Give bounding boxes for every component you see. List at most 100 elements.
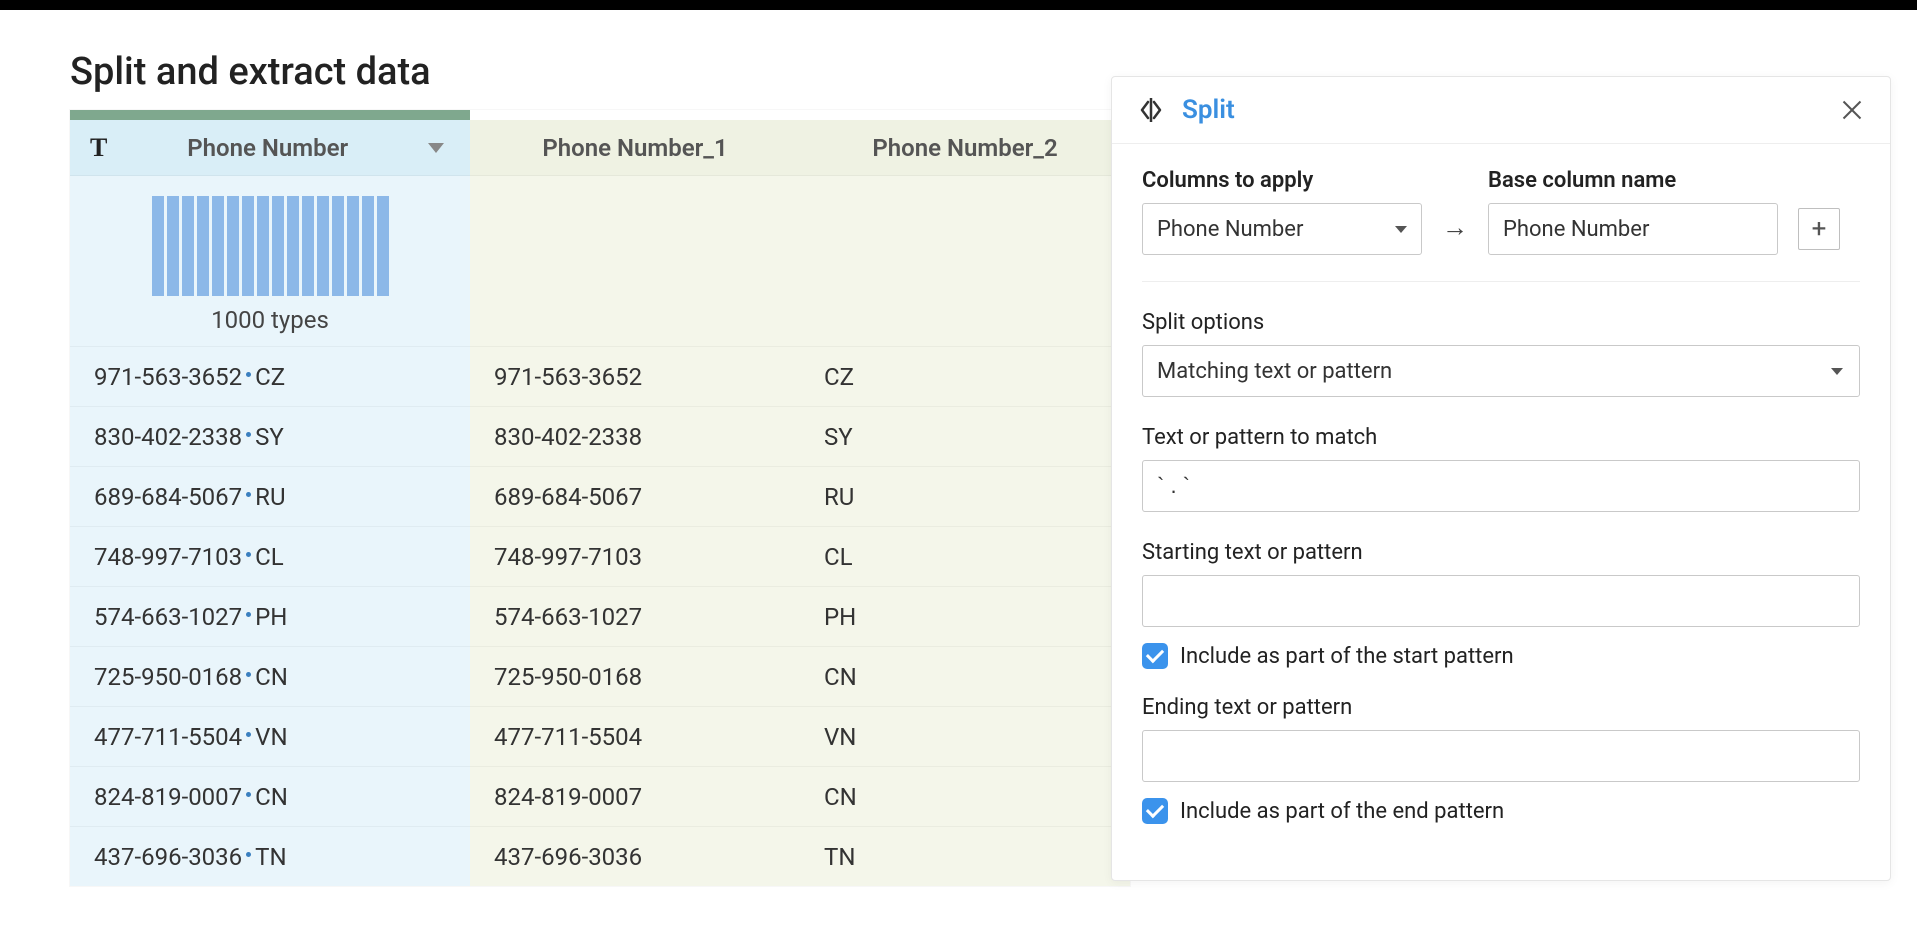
histogram-cell-empty [470,176,800,346]
cell-country-part: RU [255,483,285,511]
cell-split-2[interactable]: VN [800,706,1130,766]
ending-pattern-input[interactable] [1142,730,1860,782]
columns-to-apply-select[interactable]: Phone Number [1142,203,1422,255]
cell-original[interactable]: 574-663-1027 PH [70,586,470,646]
table-row: 830-402-2338SY830-402-2338SY [70,406,1130,466]
table-row: 824-819-0007CN824-819-0007CN [70,766,1130,826]
table-row: 725-950-0168CN725-950-0168CN [70,646,1130,706]
cell-split-2[interactable]: CN [800,766,1130,826]
columns-mapping-row: Columns to apply Phone Number → Base col… [1142,168,1860,255]
cell-phone-part: 574-663-1027 [94,603,242,631]
cell-original[interactable]: 477-711-5504VN [70,706,470,766]
cell-country-part: SY [255,423,284,451]
cell-original[interactable]: 748-997-7103 CL [70,526,470,586]
cell-split-2[interactable]: CZ [800,346,1130,406]
cell-phone-part: 477-711-5504 [94,723,242,751]
table-row: 574-663-1027PH574-663-1027PH [70,586,1130,646]
field-label: Split options [1142,310,1860,335]
column-header-label: Phone Number [121,134,414,162]
cell-split-2[interactable]: CN [800,646,1130,706]
cell-country-part: CL [255,543,284,571]
cell-phone-part: 725-950-0168 [94,663,242,691]
base-column-name-input[interactable]: Phone Number [1488,203,1778,255]
delimiter-dot-icon [246,612,251,617]
input-value: Phone Number [1503,217,1649,242]
column-header-phone-number[interactable]: T Phone Number [70,120,470,176]
include-start-pattern-checkbox[interactable] [1142,643,1168,669]
cell-split-1[interactable]: 689-684-5067 [470,466,800,526]
cell-country-part: PH [255,603,287,631]
text-type-icon: T [82,133,107,163]
cell-original[interactable]: 689-684-5067 RU [70,466,470,526]
include-start-pattern-checkbox-row: Include as part of the start pattern [1142,643,1860,669]
delimiter-dot-icon [246,792,251,797]
split-icon [1136,96,1166,124]
panel-title: Split [1182,95,1822,125]
field-label: Ending text or pattern [1142,695,1860,720]
cell-phone-part: 689-684-5067 [94,483,242,511]
column-header-label: Phone Number_1 [542,134,727,162]
cell-split-2[interactable]: CL [800,526,1130,586]
delimiter-dot-icon [246,372,251,377]
cell-country-part: TN [255,843,286,871]
cell-country-part: CZ [255,363,285,391]
table-row: 748-997-7103CL748-997-7103CL [70,526,1130,586]
delimiter-dot-icon [246,552,251,557]
cell-split-2[interactable]: TN [800,826,1130,886]
starting-pattern-input[interactable] [1142,575,1860,627]
pattern-input[interactable] [1142,460,1860,512]
cell-country-part: CN [255,663,288,691]
include-end-pattern-checkbox[interactable] [1142,798,1168,824]
cell-split-1[interactable]: 824-819-0007 [470,766,800,826]
histogram-row: 1000 types [70,176,1130,346]
cell-phone-part: 748-997-7103 [94,543,242,571]
cell-original[interactable]: 437-696-3036TN [70,826,470,886]
close-icon[interactable] [1838,96,1866,124]
select-value: Phone Number [1157,217,1303,242]
histogram-bars [152,186,389,296]
cell-split-1[interactable]: 574-663-1027 [470,586,800,646]
base-column-name-field: Base column name Phone Number [1488,168,1778,255]
table-header-row: T Phone Number Phone Number_1 Phone Numb… [70,120,1130,176]
cell-original[interactable]: 971-563-3652CZ [70,346,470,406]
cell-split-1[interactable]: 725-950-0168 [470,646,800,706]
arrow-right-icon: → [1442,212,1468,255]
cell-split-1[interactable]: 971-563-3652 [470,346,800,406]
cell-split-1[interactable]: 477-711-5504 [470,706,800,766]
histogram-cell-empty [800,176,1130,346]
cell-original[interactable]: 725-950-0168 CN [70,646,470,706]
ending-pattern-input-field[interactable] [1157,731,1845,781]
cell-original[interactable]: 824-819-0007CN [70,766,470,826]
delimiter-dot-icon [246,672,251,677]
cell-split-1[interactable]: 748-997-7103 [470,526,800,586]
add-column-button[interactable]: + [1798,208,1840,250]
starting-pattern-input-field[interactable] [1157,576,1845,626]
cell-split-2[interactable]: PH [800,586,1130,646]
cell-split-2[interactable]: SY [800,406,1130,466]
cell-split-1[interactable]: 437-696-3036 [470,826,800,886]
histogram-cell: 1000 types [70,176,470,346]
checkbox-label: Include as part of the end pattern [1180,799,1504,824]
split-panel: Split Columns to apply Phone Number → Ba… [1111,76,1891,881]
cell-phone-part: 824-819-0007 [94,783,242,811]
cell-split-1[interactable]: 830-402-2338 [470,406,800,466]
split-options-select[interactable]: Matching text or pattern [1142,345,1860,397]
table-row: 477-711-5504VN477-711-5504VN [70,706,1130,766]
field-label: Base column name [1488,168,1778,193]
column-header-phone-number-2[interactable]: Phone Number_2 [800,120,1130,176]
cell-phone-part: 830-402-2338 [94,423,242,451]
select-value: Matching text or pattern [1157,359,1392,384]
delimiter-dot-icon [246,432,251,437]
table-body: 971-563-3652CZ971-563-3652CZ830-402-2338… [70,346,1130,886]
column-header-phone-number-1[interactable]: Phone Number_1 [470,120,800,176]
cell-split-2[interactable]: RU [800,466,1130,526]
table-row: 689-684-5067RU689-684-5067RU [70,466,1130,526]
field-label: Starting text or pattern [1142,540,1860,565]
cell-original[interactable]: 830-402-2338 SY [70,406,470,466]
chevron-down-icon [1831,368,1843,375]
table-row: 437-696-3036TN437-696-3036TN [70,826,1130,886]
columns-to-apply-field: Columns to apply Phone Number [1142,168,1422,255]
field-label: Text or pattern to match [1142,425,1860,450]
pattern-input-field[interactable] [1157,461,1845,511]
chevron-down-icon[interactable] [428,143,444,153]
